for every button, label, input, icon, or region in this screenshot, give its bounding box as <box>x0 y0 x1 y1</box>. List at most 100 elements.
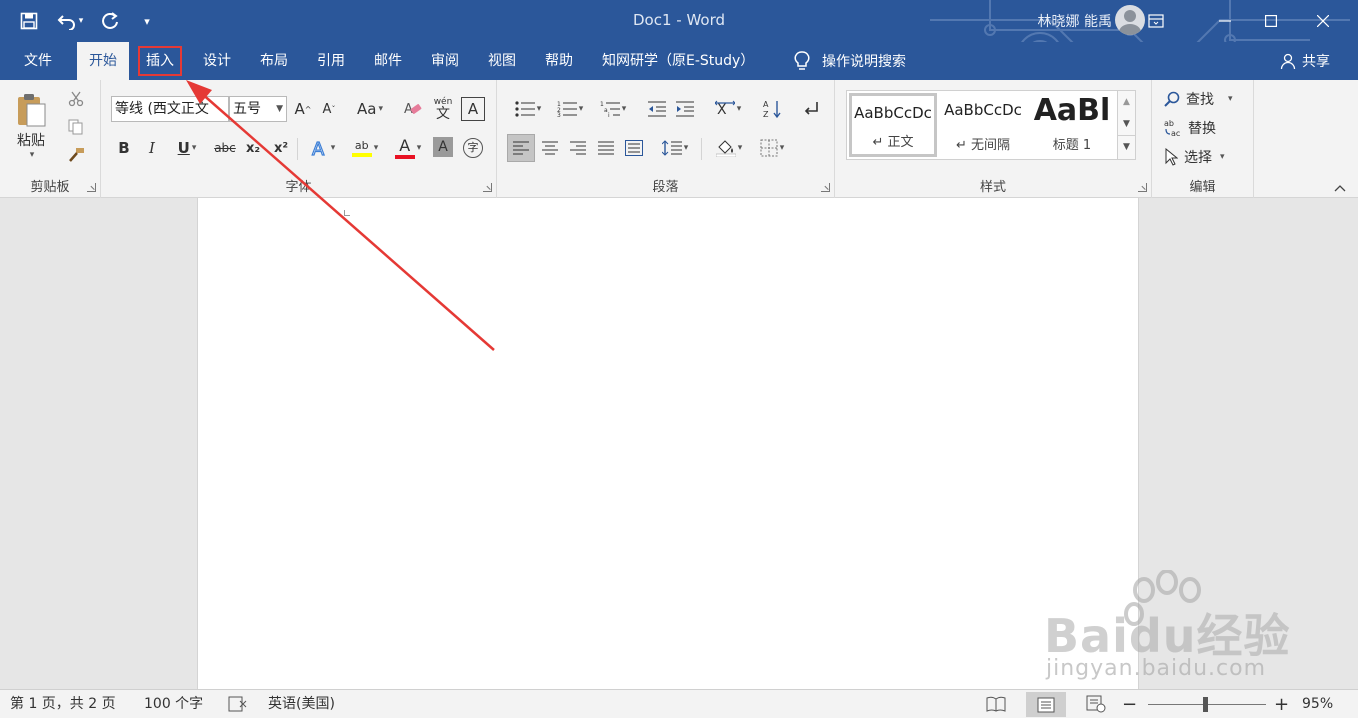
paste-button[interactable]: 粘贴 ▾ <box>10 88 52 164</box>
share-button[interactable]: 共享 <box>1280 42 1330 80</box>
save-icon[interactable] <box>16 8 42 34</box>
shrink-font-icon[interactable]: Aˇ <box>317 97 341 121</box>
numbering-button[interactable]: 1 2 3 ▾ <box>551 97 589 121</box>
tab-layout[interactable]: 布局 <box>248 42 300 80</box>
distributed-icon[interactable] <box>621 135 647 161</box>
highlight-icon-text: ab <box>354 138 369 152</box>
font-color-button[interactable]: A ▾ <box>389 134 427 162</box>
zoom-level[interactable]: 95% <box>1302 690 1333 718</box>
strikethrough-button[interactable]: abc <box>211 136 239 160</box>
zoom-in-icon[interactable]: + <box>1274 690 1289 718</box>
character-shading-icon[interactable]: A <box>433 137 453 157</box>
line-spacing-button[interactable]: ▾ <box>657 135 693 161</box>
word-count[interactable]: 100 个字 <box>144 690 203 718</box>
tab-home[interactable]: 开始 <box>77 42 129 80</box>
enclose-characters-label: 字 <box>463 138 483 158</box>
paste-dropdown-icon[interactable]: ▾ <box>30 150 35 160</box>
shading-button[interactable]: ▾ <box>709 135 749 161</box>
clipboard-launcher-icon[interactable] <box>87 183 96 192</box>
font-size-box[interactable]: 五号 ▼ <box>229 96 287 122</box>
copy-icon[interactable] <box>64 116 88 138</box>
styles-more-icon[interactable]: ▼ <box>1118 135 1135 157</box>
sort-icon[interactable]: AZ <box>761 97 785 121</box>
paint-bucket-icon <box>715 140 736 157</box>
decrease-indent-icon[interactable] <box>645 97 669 121</box>
character-border-button[interactable]: A <box>461 97 485 121</box>
tab-file[interactable]: 文件 <box>12 42 64 80</box>
font-launcher-icon[interactable] <box>483 183 492 192</box>
redo-icon[interactable] <box>98 8 124 34</box>
tab-view[interactable]: 视图 <box>476 42 528 80</box>
align-left-icon[interactable] <box>507 134 535 162</box>
proofing-icon[interactable] <box>228 696 248 714</box>
enclose-characters-button[interactable]: 字 <box>461 136 485 160</box>
document-area[interactable] <box>0 198 1358 689</box>
highlight-color-button[interactable]: ab ▾ <box>345 134 385 162</box>
italic-label: I <box>149 139 155 157</box>
collapse-ribbon-icon[interactable] <box>1332 182 1348 194</box>
close-icon[interactable] <box>1300 0 1346 42</box>
maximize-icon[interactable] <box>1248 0 1294 42</box>
format-painter-icon[interactable] <box>64 144 88 166</box>
styles-scroll-down-icon[interactable]: ▼ <box>1118 113 1135 135</box>
text-effects-icon: A <box>311 138 325 158</box>
cut-icon[interactable] <box>64 88 88 110</box>
tab-mailings[interactable]: 邮件 <box>362 42 414 80</box>
customize-qat-icon[interactable]: ▾ <box>134 8 160 34</box>
user-name[interactable]: 林晓娜 能禹 <box>1038 11 1112 31</box>
font-name-box[interactable]: 等线 (西文正文 <box>111 96 229 122</box>
clear-formatting-icon[interactable]: A <box>401 97 425 121</box>
replace-button[interactable]: ab ac 替换 <box>1164 117 1248 139</box>
minimize-icon[interactable] <box>1202 0 1248 42</box>
phonetic-guide-button[interactable]: wén 文 <box>431 94 455 124</box>
styles-scroll-up-icon[interactable]: ▲ <box>1118 91 1135 113</box>
ribbon-display-options-icon[interactable] <box>1133 0 1179 42</box>
increase-indent-icon[interactable] <box>673 97 697 121</box>
styles-scrollbar[interactable]: ▲ ▼ ▼ <box>1117 91 1135 159</box>
tell-me-search[interactable]: 操作说明搜索 <box>794 42 906 80</box>
tab-design[interactable]: 设计 <box>191 42 243 80</box>
bullets-button[interactable]: ▾ <box>509 97 547 121</box>
tab-insert[interactable]: 插入 <box>134 42 186 80</box>
chinese-layout-button[interactable]: X ▾ <box>709 97 747 121</box>
show-hide-marks-icon[interactable] <box>799 97 823 121</box>
paragraph-launcher-icon[interactable] <box>821 183 830 192</box>
document-page[interactable] <box>197 198 1139 689</box>
find-button[interactable]: 查找 ▾ <box>1164 88 1248 110</box>
paragraph-divider <box>701 138 702 160</box>
undo-dropdown-icon[interactable]: ▾ <box>79 16 84 26</box>
change-case-button[interactable]: Aa ▾ <box>351 97 389 121</box>
undo-icon[interactable]: ▾ <box>52 8 88 34</box>
align-right-icon[interactable] <box>565 135 591 161</box>
multilevel-list-button[interactable]: 1 a i ▾ <box>593 97 633 121</box>
web-layout-icon[interactable] <box>1086 695 1106 715</box>
styles-launcher-icon[interactable] <box>1138 183 1147 192</box>
style-heading-1[interactable]: AaBl 标题 1 <box>1029 93 1115 157</box>
tab-references[interactable]: 引用 <box>305 42 357 80</box>
tab-review[interactable]: 审阅 <box>419 42 471 80</box>
language-indicator[interactable]: 英语(美国) <box>268 690 335 718</box>
tab-e-study[interactable]: 知网研学（原E-Study） <box>590 42 766 80</box>
superscript-button[interactable]: x² <box>269 136 293 160</box>
cursor-icon <box>1165 148 1178 166</box>
svg-text:A: A <box>312 139 325 158</box>
underline-button[interactable]: U ▾ <box>169 136 205 160</box>
align-center-icon[interactable] <box>537 135 563 161</box>
zoom-out-icon[interactable]: − <box>1122 690 1137 718</box>
style-normal[interactable]: AaBbCcDc ↵ 正文 <box>849 93 937 157</box>
page-count[interactable]: 第 1 页，共 2 页 <box>10 690 116 718</box>
borders-button[interactable]: ▾ <box>753 135 791 161</box>
select-button[interactable]: 选择 ▾ <box>1164 146 1248 168</box>
font-size-dropdown-icon[interactable]: ▼ <box>276 97 283 121</box>
text-effects-button[interactable]: A ▾ <box>305 136 341 160</box>
print-layout-icon[interactable] <box>1026 692 1066 717</box>
read-mode-icon[interactable] <box>986 695 1006 715</box>
tab-help[interactable]: 帮助 <box>533 42 585 80</box>
style-no-spacing[interactable]: AaBbCcDc ↵ 无间隔 <box>939 93 1027 157</box>
zoom-slider-thumb[interactable] <box>1203 697 1208 712</box>
bold-button[interactable]: B <box>113 136 135 160</box>
grow-font-icon[interactable]: A ^ <box>291 97 315 121</box>
subscript-button[interactable]: x₂ <box>241 136 265 160</box>
italic-button[interactable]: I <box>141 136 163 160</box>
justify-icon[interactable] <box>593 135 619 161</box>
